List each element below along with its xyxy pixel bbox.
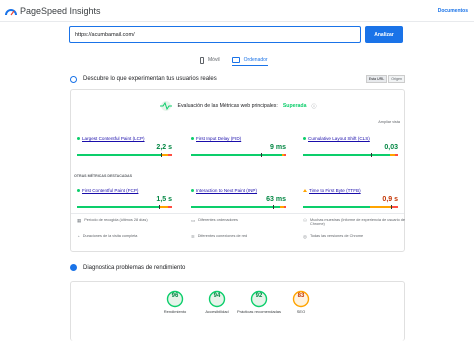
- info-versions: ◎ Todas las versiones de Chrome: [303, 234, 413, 240]
- value-marker: [391, 205, 392, 209]
- metric-fcp: First Contentful Paint (FCP) 1,5 s: [77, 188, 172, 209]
- info-samples: ⚇ Muchas muestras (Informe de experiencia…: [303, 218, 413, 226]
- clock-icon: ◔: [77, 234, 80, 239]
- info-duration: ◔ Duraciones de la visita completa: [77, 234, 187, 239]
- good-status-icon: [303, 137, 306, 140]
- diagnose-title: Diagnostica problemas de rendimiento: [83, 264, 186, 271]
- metric-name[interactable]: First Contentful Paint (FCP): [82, 188, 138, 193]
- distribution-bar: [77, 154, 172, 156]
- info-text: Muchas muestras (Informe de experiencia …: [310, 218, 406, 226]
- other-metrics-label: OTRAS MÉTRICAS DESTACADAS: [74, 174, 133, 178]
- device-tabs: Móvil Ordenador: [200, 54, 268, 66]
- people-icon: ⚇: [303, 218, 308, 223]
- tab-label: Móvil: [208, 57, 220, 63]
- metric-value: 2,2 s: [156, 144, 172, 151]
- metric-value: 0,03: [384, 144, 398, 151]
- phone-icon: [200, 56, 204, 64]
- metric-ttfb: Time to First Byte (TTFB) 0,9 s: [303, 188, 398, 209]
- good-status-icon: [191, 189, 194, 192]
- tab-label: Ordenador: [243, 56, 268, 63]
- wifi-icon: ≋: [191, 234, 195, 239]
- search-row: https://acumbamail.com/ Analizar: [69, 26, 403, 43]
- metric-lcp: Largest Contentful Paint (LCP) 2,2 s: [77, 136, 172, 157]
- value-marker: [161, 153, 162, 157]
- users-icon: [70, 75, 77, 83]
- distribution-bar: [191, 154, 287, 156]
- origin-toggle[interactable]: Origen: [388, 75, 405, 83]
- value-marker: [159, 205, 160, 209]
- info-period: ▦ Período de recogida (últimos 28 días): [77, 218, 187, 224]
- docs-link[interactable]: Documentos: [438, 8, 468, 14]
- brand[interactable]: PageSpeed Insights: [5, 6, 101, 16]
- chrome-icon: ◎: [303, 234, 307, 239]
- divider: [71, 213, 404, 214]
- info-text: Diferentes ordenadores: [198, 218, 238, 222]
- value-marker: [273, 205, 274, 209]
- expand-view-link[interactable]: Ampliar vista: [378, 120, 400, 124]
- metric-value: 9 ms: [270, 144, 286, 151]
- tab-desktop[interactable]: Ordenador: [231, 54, 268, 66]
- good-status-icon: [77, 189, 80, 192]
- cwv-pulse-icon: [159, 101, 172, 111]
- metric-value: 1,5 s: [156, 196, 172, 203]
- metric-name[interactable]: Interaction to Next Paint (INP): [196, 188, 257, 193]
- monitor-icon: ▭: [191, 218, 196, 223]
- info-text: Diferentes conexiones de red: [197, 234, 248, 238]
- info-text: Período de recogida (últimos 28 días): [84, 218, 148, 222]
- score-label: SEO: [296, 309, 306, 314]
- info-devices: ▭ Diferentes ordenadores: [191, 218, 301, 224]
- score-seo[interactable]: 83 SEO: [275, 290, 327, 314]
- value-marker: [261, 153, 262, 157]
- info-text: Todas las versiones de Chrome: [309, 234, 364, 238]
- metric-name[interactable]: Time to First Byte (TTFB): [309, 188, 361, 193]
- diagnose-icon: [70, 264, 77, 271]
- cwv-label: Evaluación de las Métricas web principal…: [177, 103, 278, 109]
- info-icon[interactable]: ⓘ: [311, 103, 316, 110]
- good-status-icon: [77, 137, 80, 140]
- calendar-icon: ▦: [77, 218, 82, 223]
- metric-name[interactable]: First Input Delay (FID): [196, 136, 241, 141]
- average-status-icon: [303, 189, 307, 192]
- top-bar: PageSpeed Insights Documentos: [0, 0, 474, 22]
- distribution-bar: [303, 206, 398, 208]
- metric-fid: First Input Delay (FID) 9 ms: [191, 136, 287, 157]
- value-marker: [371, 153, 372, 157]
- analyze-button[interactable]: Analizar: [365, 26, 403, 43]
- metric-name[interactable]: Cumulative Layout Shift (CLS): [308, 136, 370, 141]
- cwv-status: Superada: [282, 103, 307, 109]
- users-section-header: Descubre lo que experimentan tus usuario…: [70, 75, 405, 83]
- metric-value: 63 ms: [266, 196, 286, 203]
- distribution-bar: [303, 154, 398, 156]
- info-network: ≋ Diferentes conexiones de red: [191, 234, 301, 240]
- distribution-bar: [77, 206, 172, 208]
- this-url-toggle[interactable]: Esta URL: [365, 75, 388, 83]
- users-title: Descubre lo que experimentan tus usuario…: [83, 76, 217, 82]
- cwv-assessment: Evaluación de las Métricas web principal…: [71, 101, 404, 111]
- lab-scores-card: 96 Rendimiento 94 Accesibilidad 92 Práct…: [70, 281, 405, 341]
- brand-name: PageSpeed Insights: [20, 5, 101, 16]
- desktop-icon: [231, 56, 240, 63]
- metric-cls: Cumulative Layout Shift (CLS) 0,03: [303, 136, 398, 157]
- diagnose-section-header: Diagnostica problemas de rendimiento: [70, 264, 405, 271]
- url-input[interactable]: https://acumbamail.com/: [69, 26, 361, 43]
- info-text: Duraciones de la visita completa: [82, 234, 138, 238]
- metric-name[interactable]: Largest Contentful Paint (LCP): [82, 136, 145, 141]
- score-value: 83: [297, 293, 305, 299]
- distribution-bar: [191, 206, 286, 208]
- tab-mobile[interactable]: Móvil: [200, 54, 220, 66]
- metric-inp: Interaction to Next Paint (INP) 63 ms: [191, 188, 286, 209]
- good-status-icon: [191, 137, 194, 140]
- field-data-card: Evaluación de las Métricas web principal…: [70, 89, 405, 252]
- metric-value: 0,9 s: [382, 196, 398, 203]
- pagespeed-logo-icon: [5, 8, 17, 15]
